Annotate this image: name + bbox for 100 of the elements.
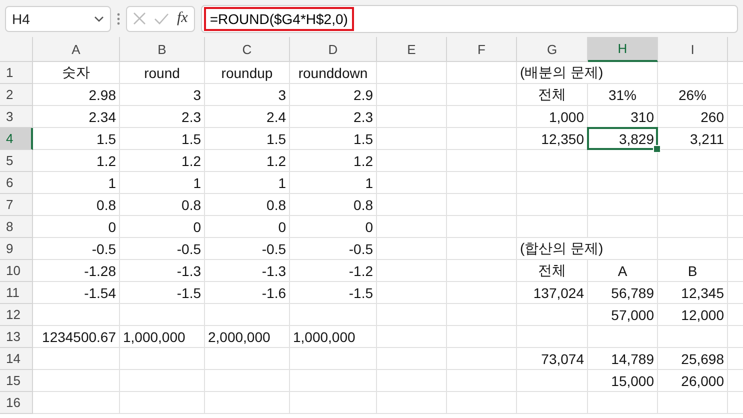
table-cell[interactable] — [447, 172, 517, 194]
table-cell[interactable] — [447, 216, 517, 238]
table-cell[interactable]: 2.34 — [33, 106, 120, 128]
table-cell[interactable]: 0.8 — [205, 194, 290, 216]
table-cell[interactable] — [447, 392, 517, 414]
table-cell[interactable] — [447, 62, 517, 84]
table-cell[interactable]: 3 — [205, 84, 290, 106]
table-cell[interactable]: 1.5 — [33, 128, 120, 150]
table-cell[interactable]: 3 — [120, 84, 205, 106]
table-cell[interactable] — [517, 150, 588, 172]
table-cell[interactable]: 1,000,000 — [290, 326, 377, 348]
table-cell[interactable]: -1.54 — [33, 282, 120, 304]
table-cell[interactable]: 0 — [205, 216, 290, 238]
column-header[interactable]: E — [377, 37, 447, 62]
column-header[interactable] — [728, 37, 743, 62]
table-cell[interactable]: 310 — [588, 106, 658, 128]
table-cell[interactable] — [33, 348, 120, 370]
table-cell[interactable] — [377, 370, 447, 392]
table-cell[interactable]: 2.3 — [120, 106, 205, 128]
row-header[interactable]: 6 — [0, 172, 33, 194]
table-cell[interactable] — [517, 370, 588, 392]
table-cell[interactable]: 2.9 — [290, 84, 377, 106]
table-cell[interactable] — [120, 370, 205, 392]
table-cell[interactable]: 0.8 — [290, 194, 377, 216]
table-cell[interactable] — [205, 392, 290, 414]
table-cell[interactable]: 1.5 — [290, 128, 377, 150]
table-cell[interactable] — [517, 194, 588, 216]
table-cell[interactable]: 1,000,000 — [120, 326, 205, 348]
table-cell[interactable] — [517, 304, 588, 326]
column-header[interactable]: C — [205, 37, 290, 62]
row-header[interactable]: 2 — [0, 84, 33, 106]
table-cell[interactable]: B — [658, 260, 728, 282]
table-cell[interactable]: -1.3 — [120, 260, 205, 282]
table-cell[interactable] — [377, 216, 447, 238]
table-cell[interactable]: 2,000,000 — [205, 326, 290, 348]
table-cell[interactable]: -0.5 — [120, 238, 205, 260]
table-cell[interactable]: (합산의 문제) — [517, 238, 658, 260]
table-cell[interactable]: 73,074 — [517, 348, 588, 370]
row-header[interactable]: 8 — [0, 216, 33, 238]
table-cell[interactable]: 1.2 — [120, 150, 205, 172]
table-cell[interactable] — [377, 150, 447, 172]
table-cell[interactable] — [447, 84, 517, 106]
table-cell[interactable] — [377, 348, 447, 370]
row-header[interactable]: 9 — [0, 238, 33, 260]
table-cell[interactable] — [447, 128, 517, 150]
table-cell[interactable] — [205, 370, 290, 392]
table-cell[interactable]: 2.4 — [205, 106, 290, 128]
table-cell[interactable] — [290, 348, 377, 370]
table-cell[interactable]: 25,698 — [658, 348, 728, 370]
table-cell[interactable] — [588, 392, 658, 414]
insert-function-button[interactable]: fx — [177, 10, 188, 27]
table-cell[interactable] — [658, 194, 728, 216]
table-cell[interactable]: 2.3 — [290, 106, 377, 128]
table-cell[interactable] — [120, 392, 205, 414]
table-cell[interactable] — [588, 194, 658, 216]
table-cell[interactable]: 1 — [33, 172, 120, 194]
row-header[interactable]: 4 — [0, 128, 33, 150]
fill-handle[interactable] — [653, 145, 661, 153]
row-header[interactable]: 1 — [0, 62, 33, 84]
row-header[interactable]: 13 — [0, 326, 33, 348]
table-cell[interactable]: -1.2 — [290, 260, 377, 282]
table-cell[interactable]: 1.5 — [120, 128, 205, 150]
row-header[interactable]: 11 — [0, 282, 33, 304]
column-header[interactable]: B — [120, 37, 205, 62]
table-cell[interactable]: 0 — [120, 216, 205, 238]
table-cell[interactable] — [588, 150, 658, 172]
table-cell[interactable] — [33, 304, 120, 326]
table-cell[interactable]: 12,345 — [658, 282, 728, 304]
active-cell[interactable]: 3,829 — [588, 128, 658, 150]
table-cell[interactable] — [377, 128, 447, 150]
row-header[interactable]: 3 — [0, 106, 33, 128]
table-cell[interactable] — [205, 348, 290, 370]
table-cell[interactable]: (배분의 문제) — [517, 62, 658, 84]
table-cell[interactable] — [377, 326, 447, 348]
table-cell[interactable] — [377, 106, 447, 128]
table-cell[interactable]: A — [588, 260, 658, 282]
column-header[interactable]: G — [517, 37, 588, 62]
table-cell[interactable] — [447, 348, 517, 370]
row-header[interactable]: 15 — [0, 370, 33, 392]
table-cell[interactable] — [447, 150, 517, 172]
row-header[interactable]: 5 — [0, 150, 33, 172]
table-cell[interactable]: 137,024 — [517, 282, 588, 304]
table-cell[interactable] — [517, 392, 588, 414]
table-cell[interactable]: 15,000 — [588, 370, 658, 392]
table-cell[interactable]: 1.2 — [33, 150, 120, 172]
table-cell[interactable] — [588, 172, 658, 194]
table-cell[interactable]: 0 — [33, 216, 120, 238]
row-header[interactable]: 10 — [0, 260, 33, 282]
table-cell[interactable]: 1.2 — [205, 150, 290, 172]
table-cell[interactable]: -1.3 — [205, 260, 290, 282]
table-cell[interactable] — [517, 326, 588, 348]
table-cell[interactable] — [588, 216, 658, 238]
table-cell[interactable]: -1.5 — [120, 282, 205, 304]
row-header[interactable]: 7 — [0, 194, 33, 216]
table-cell[interactable]: 12,350 — [517, 128, 588, 150]
table-cell[interactable]: 2.98 — [33, 84, 120, 106]
table-cell[interactable]: 56,789 — [588, 282, 658, 304]
column-header[interactable]: D — [290, 37, 377, 62]
table-cell[interactable]: 1 — [290, 172, 377, 194]
formula-field[interactable]: =ROUND($G4*H$2,0) — [200, 4, 738, 32]
